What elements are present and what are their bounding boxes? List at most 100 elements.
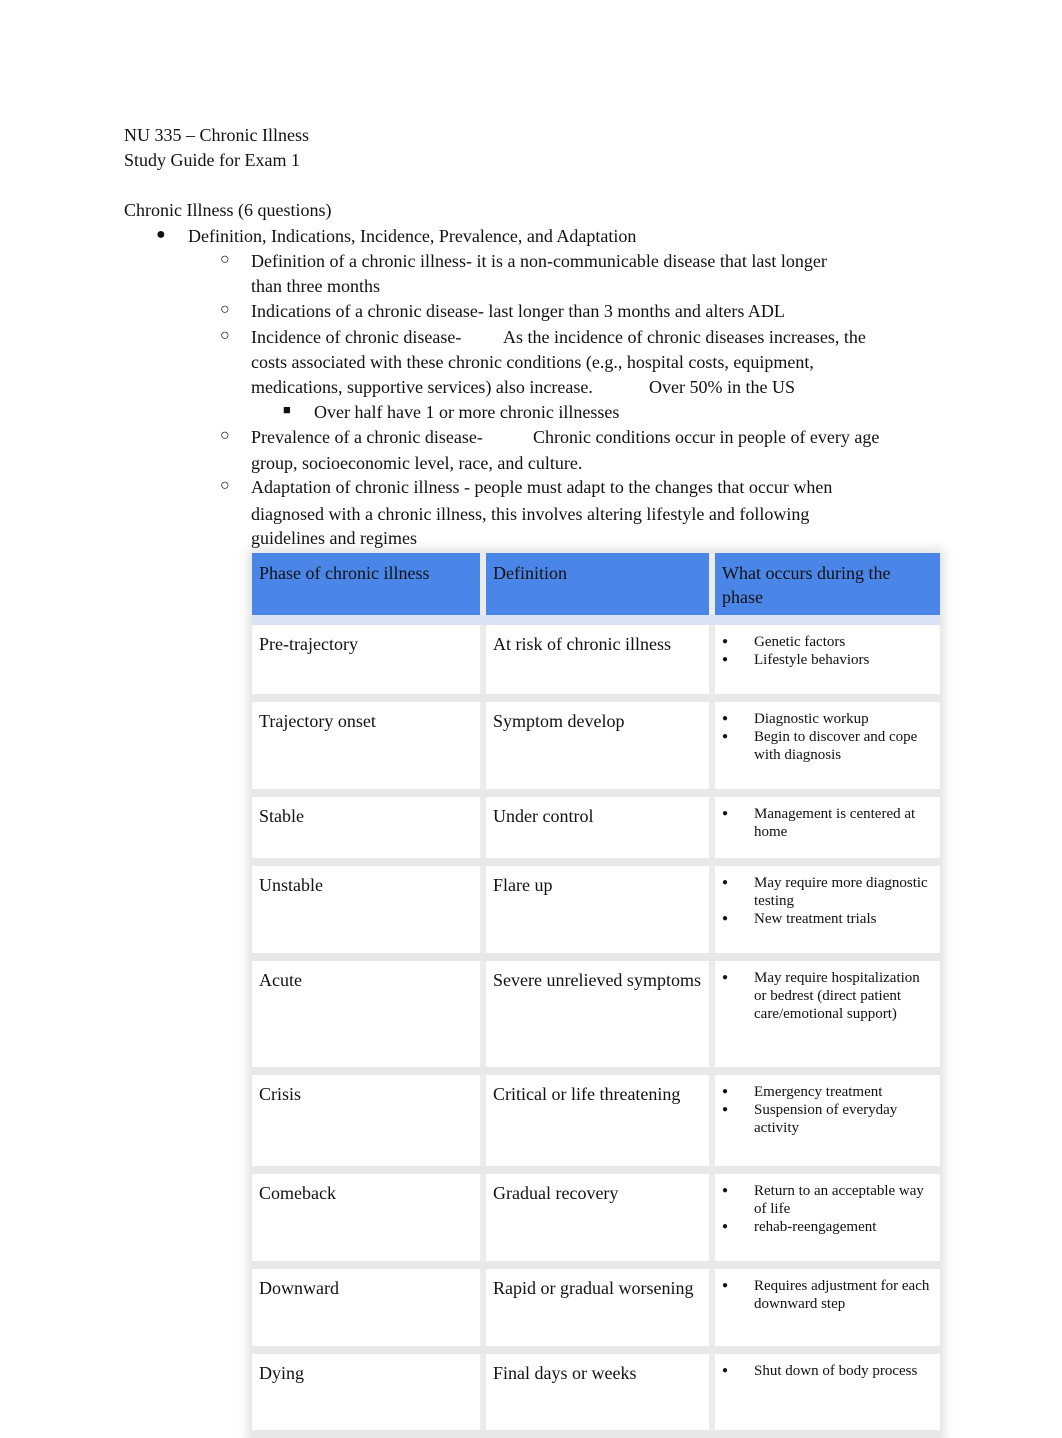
- occurs-list: Genetic factorsLifestyle behaviors: [722, 633, 933, 669]
- phases-table: Phase of chronic illness Definition What…: [252, 553, 940, 1438]
- occurs-cell: Management is centered at home: [712, 793, 940, 866]
- definition-item: Definition of a chronic illness- it is a…: [251, 249, 827, 274]
- course-title: NU 335 – Chronic Illness: [124, 125, 309, 145]
- definition-text: it is a non-communicable disease that la…: [471, 251, 827, 271]
- table-row: Pre-trajectory At risk of chronic illness…: [252, 620, 940, 702]
- phase-cell: Downward: [252, 1265, 486, 1354]
- bullet-circle-icon: ○: [220, 327, 230, 344]
- table-row: Trajectory onsetSymptom developDiagnosti…: [252, 698, 940, 797]
- header-occurs: What occurs during the phase: [712, 553, 940, 625]
- definition-cell: Flare up: [483, 862, 715, 961]
- table-row: CrisisCritical or life threateningEmerge…: [252, 1071, 940, 1174]
- document-page: NU 335 – Chronic Illness Study Guide for…: [0, 0, 1062, 1438]
- prevalence-item: Prevalence of a chronic disease-: [251, 425, 483, 450]
- adaptation-text-cont: diagnosed with a chronic illness, this i…: [251, 504, 810, 524]
- phase-cell: Unstable: [252, 862, 486, 961]
- occurs-list-item: Management is centered at home: [722, 805, 933, 841]
- adaptation-text-cont2: guidelines and regimes: [251, 528, 417, 548]
- occurs-cell: May require hospitalization or bedrest (…: [712, 957, 940, 1075]
- occurs-list-item: Lifestyle behaviors: [722, 651, 933, 669]
- incidence-term: Incidence of chronic disease-: [251, 327, 462, 347]
- table-header-row: Phase of chronic illness Definition What…: [252, 553, 940, 625]
- document-subtitle: Study Guide for Exam 1: [124, 150, 300, 170]
- occurs-list-item: Return to an acceptable way of life: [722, 1182, 933, 1218]
- phase-cell: Acute: [252, 957, 486, 1075]
- occurs-list-item: May require hospitalization or bedrest (…: [722, 969, 933, 1023]
- adaptation-item: Adaptation of chronic illness - people m…: [251, 475, 832, 500]
- phase-cell: Trajectory onset: [252, 698, 486, 797]
- definition-cell: Under control: [483, 793, 715, 866]
- occurs-list: Management is centered at home: [722, 805, 933, 841]
- bullet-filled-icon: ●: [156, 226, 166, 243]
- occurs-list-item: Diagnostic workup: [722, 710, 933, 728]
- occurs-list-item: Requires adjustment for each downward st…: [722, 1277, 933, 1313]
- phase-cell: Dying: [252, 1350, 486, 1438]
- occurs-list: Return to an acceptable way of liferehab…: [722, 1182, 933, 1236]
- indications-term: Indications of a chronic disease-: [251, 301, 484, 321]
- bullet-square-icon: ■: [283, 402, 291, 417]
- occurs-list-item: Suspension of everyday activity: [722, 1101, 933, 1137]
- indications-text: last longer than 3 months and alters ADL: [483, 301, 785, 321]
- occurs-list: Shut down of body process: [722, 1362, 933, 1380]
- definition-cell: Symptom develop: [483, 698, 715, 797]
- occurs-list: Requires adjustment for each downward st…: [722, 1277, 933, 1313]
- occurs-cell: Diagnostic workupBegin to discover and c…: [712, 698, 940, 797]
- incidence-text: As the incidence of chronic diseases inc…: [503, 327, 866, 347]
- phase-cell: Comeback: [252, 1170, 486, 1269]
- phase-cell: Stable: [252, 793, 486, 866]
- incidence-item: Incidence of chronic disease-: [251, 325, 461, 350]
- prevalence-text-cont: group, socioeconomic level, race, and cu…: [251, 453, 583, 473]
- occurs-list-item: May require more diagnostic testing: [722, 874, 933, 910]
- definition-cell: Severe unrelieved symptoms: [483, 957, 715, 1075]
- occurs-list: Emergency treatmentSuspension of everyda…: [722, 1083, 933, 1137]
- prevalence-term: Prevalence of a chronic disease-: [251, 427, 483, 447]
- table-row: AcuteSevere unrelieved symptomsMay requi…: [252, 957, 940, 1075]
- incidence-stat: Over 50% in the US: [649, 377, 795, 397]
- table-row: StableUnder controlManagement is centere…: [252, 793, 940, 866]
- occurs-list-item: Emergency treatment: [722, 1083, 933, 1101]
- occurs-cell: Return to an acceptable way of liferehab…: [712, 1170, 940, 1269]
- adaptation-text: people must adapt to the changes that oc…: [469, 477, 833, 497]
- section-title: Chronic Illness (6 questions): [124, 200, 332, 220]
- topic-heading: Definition, Indications, Incidence, Prev…: [188, 226, 637, 246]
- definition-cell: Gradual recovery: [483, 1170, 715, 1269]
- prevalence-text: Chronic conditions occur in people of ev…: [533, 427, 880, 447]
- indications-item: Indications of a chronic disease- last l…: [251, 299, 785, 324]
- incidence-text-cont2: medications, supportive services) also i…: [251, 377, 593, 397]
- adaptation-term: Adaptation of chronic illness -: [251, 477, 470, 497]
- occurs-list-item: Genetic factors: [722, 633, 933, 651]
- header-definition: Definition: [483, 553, 715, 625]
- occurs-list-item: Begin to discover and cope with diagnosi…: [722, 728, 933, 764]
- phase-cell: Crisis: [252, 1071, 486, 1174]
- occurs-list: Diagnostic workupBegin to discover and c…: [722, 710, 933, 764]
- incidence-subitem: Over half have 1 or more chronic illness…: [314, 402, 620, 422]
- occurs-list: May require more diagnostic testingNew t…: [722, 874, 933, 928]
- bullet-circle-icon: ○: [220, 251, 230, 268]
- occurs-cell: May require more diagnostic testingNew t…: [712, 862, 940, 961]
- definition-term: Definition of a chronic illness-: [251, 251, 472, 271]
- occurs-cell: Emergency treatmentSuspension of everyda…: [712, 1071, 940, 1174]
- bullet-circle-icon: ○: [220, 427, 230, 444]
- table-row: DyingFinal days or weeks Shut down of bod…: [252, 1350, 940, 1438]
- incidence-text-cont: costs associated with these chronic cond…: [251, 352, 814, 372]
- phase-cell: Pre-trajectory: [252, 620, 486, 702]
- bullet-circle-icon: ○: [220, 477, 230, 494]
- occurs-list-item: Shut down of body process: [722, 1362, 933, 1380]
- section-heading: Chronic Illness (6 questions): [124, 198, 331, 223]
- occurs-cell: Genetic factorsLifestyle behaviors: [712, 620, 940, 702]
- definition-cell: Rapid or gradual worsening: [483, 1265, 715, 1354]
- definition-text-cont: than three months: [251, 276, 380, 296]
- table-row: UnstableFlare upMay require more diagnos…: [252, 862, 940, 961]
- header-phase: Phase of chronic illness: [252, 553, 486, 625]
- occurs-list-item: New treatment trials: [722, 910, 933, 928]
- definition-cell: Final days or weeks: [483, 1350, 715, 1438]
- table-row: ComebackGradual recoveryReturn to an acc…: [252, 1170, 940, 1269]
- table-row: DownwardRapid or gradual worseningRequir…: [252, 1265, 940, 1354]
- occurs-list: May require hospitalization or bedrest (…: [722, 969, 933, 1023]
- occurs-cell: Shut down of body process: [712, 1350, 940, 1438]
- definition-cell: Critical or life threatening: [483, 1071, 715, 1174]
- definition-cell: At risk of chronic illness: [483, 620, 715, 702]
- occurs-cell: Requires adjustment for each downward st…: [712, 1265, 940, 1354]
- bullet-circle-icon: ○: [220, 301, 230, 318]
- occurs-list-item: rehab-reengagement: [722, 1218, 933, 1236]
